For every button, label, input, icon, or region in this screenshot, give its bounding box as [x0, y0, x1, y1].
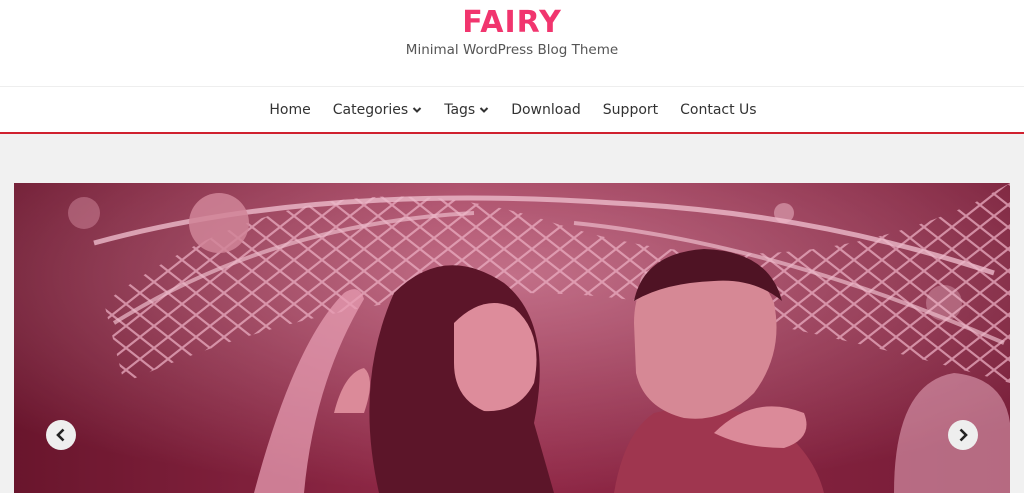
- nav-item-label: Tags: [444, 101, 476, 118]
- nav-item-home[interactable]: Home: [269, 102, 310, 118]
- nav-item-support[interactable]: Support: [603, 102, 658, 118]
- featured-slider[interactable]: [14, 183, 1010, 493]
- nav-item-label: Contact Us: [680, 101, 757, 118]
- main-navigation: Home Categories Tags Download Support Co…: [0, 86, 1024, 134]
- chevron-down-icon: [479, 106, 489, 113]
- chevron-left-icon: [56, 428, 65, 442]
- site-title[interactable]: FAIRY: [0, 3, 1024, 43]
- slider-next-button[interactable]: [948, 420, 978, 450]
- nav-item-contact-us[interactable]: Contact Us: [680, 102, 756, 118]
- slider-prev-button[interactable]: [46, 420, 76, 450]
- chevron-right-icon: [959, 428, 968, 442]
- nav-item-download[interactable]: Download: [511, 102, 581, 118]
- chevron-down-icon: [412, 106, 422, 113]
- nav-item-tags[interactable]: Tags: [444, 102, 489, 118]
- nav-item-categories[interactable]: Categories: [333, 102, 422, 118]
- nav-item-label: Support: [602, 101, 659, 118]
- nav-item-label: Categories: [332, 101, 409, 118]
- nav-item-label: Home: [269, 101, 311, 118]
- slide-image: [14, 183, 1010, 493]
- site-header: FAIRY Minimal WordPress Blog Theme: [0, 0, 1024, 86]
- site-tagline: Minimal WordPress Blog Theme: [405, 42, 619, 58]
- nav-item-label: Download: [511, 101, 581, 118]
